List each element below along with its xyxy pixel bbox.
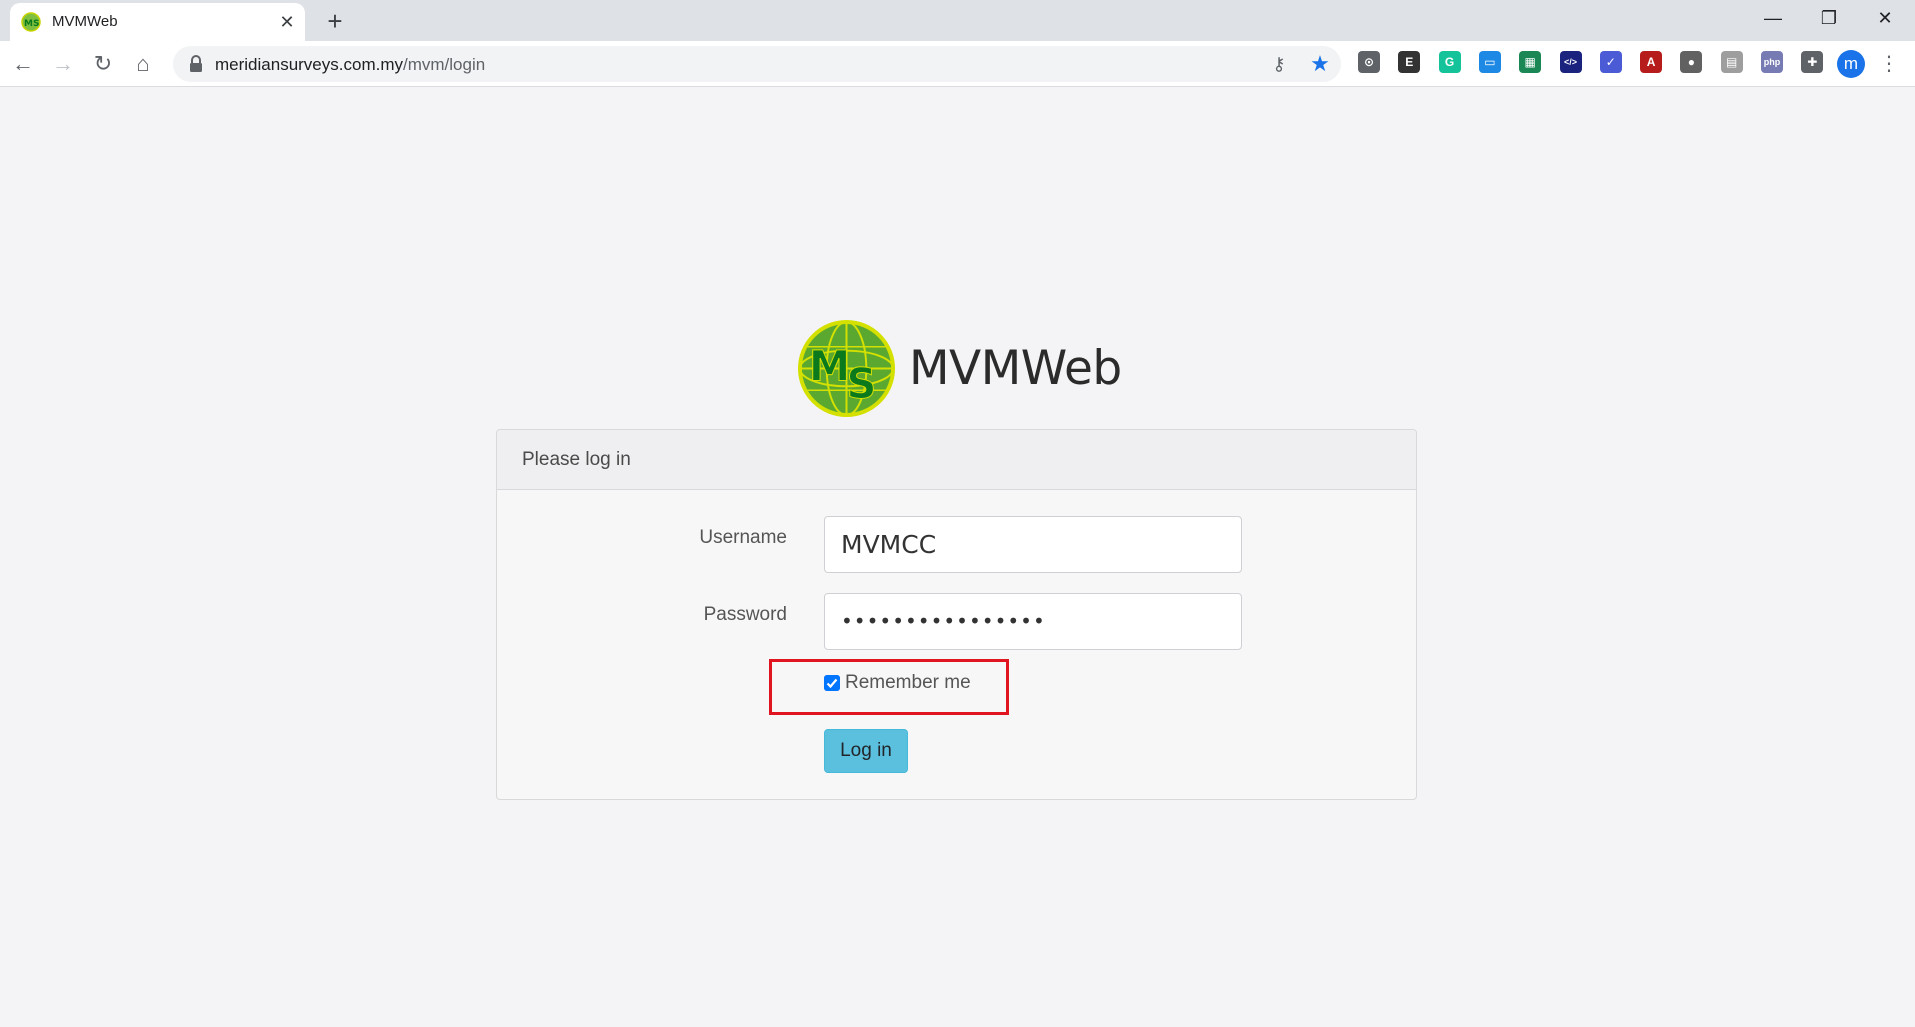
password-label: Password xyxy=(703,604,787,625)
extension-5-icon[interactable]: ▦ xyxy=(1519,51,1542,73)
annotation-highlight-box xyxy=(769,659,1009,715)
card-header: Please log in xyxy=(497,430,1416,490)
key-icon[interactable]: ⚷ xyxy=(1267,52,1291,76)
address-bar[interactable]: meridiansurveys.com.my/mvm/login ⚷ ★ xyxy=(173,46,1341,82)
site-favicon-icon: MS xyxy=(21,12,41,32)
url-path: /mvm/login xyxy=(403,55,486,74)
extension-9-icon[interactable]: ● xyxy=(1680,51,1703,73)
grammarly-icon[interactable]: G xyxy=(1438,51,1461,73)
browser-toolbar: ← → ↻ ⌂ meridiansurveys.com.my/mvm/login… xyxy=(0,41,1915,87)
reload-button[interactable]: ↻ xyxy=(86,47,120,81)
card-title: Please log in xyxy=(522,449,631,470)
login-card: Please log in Username MVMCC Password ••… xyxy=(496,429,1417,800)
svg-text:M: M xyxy=(809,341,850,390)
close-window-button[interactable]: ✕ xyxy=(1857,0,1913,36)
extension-2-icon[interactable]: E xyxy=(1398,51,1421,73)
username-input[interactable]: MVMCC xyxy=(824,516,1242,573)
back-button[interactable]: ← xyxy=(6,47,40,81)
browser-tab[interactable]: MS MVMWeb ✕ xyxy=(10,3,305,41)
home-button[interactable]: ⌂ xyxy=(126,47,160,81)
extensions-puzzle-icon[interactable]: ✚ xyxy=(1801,51,1824,73)
brand-header: M S MVMWeb xyxy=(797,319,1127,419)
lock-icon[interactable] xyxy=(189,55,203,73)
extension-1-icon[interactable]: ⊙ xyxy=(1358,51,1380,73)
extension-4-icon[interactable]: ▭ xyxy=(1478,51,1501,73)
username-label: Username xyxy=(699,527,787,548)
extension-10-icon[interactable]: ▤ xyxy=(1720,51,1743,73)
url-host: meridiansurveys.com.my xyxy=(215,55,403,74)
svg-text:S: S xyxy=(847,359,877,408)
url-text[interactable]: meridiansurveys.com.my/mvm/login xyxy=(215,55,485,75)
acrobat-icon[interactable]: A xyxy=(1640,51,1663,73)
login-button[interactable]: Log in xyxy=(824,729,908,773)
ms-globe-logo: M S xyxy=(797,319,896,418)
new-tab-button[interactable]: + xyxy=(320,6,350,36)
tab-strip: MS MVMWeb ✕ + — ❐ ✕ xyxy=(0,0,1915,41)
tab-close-icon[interactable]: ✕ xyxy=(275,10,299,34)
tab-title: MVMWeb xyxy=(52,13,118,30)
forward-button[interactable]: → xyxy=(46,47,80,81)
star-icon[interactable]: ★ xyxy=(1307,51,1333,77)
profile-avatar[interactable]: m xyxy=(1837,50,1865,78)
restore-button[interactable]: ❐ xyxy=(1801,0,1857,36)
minimize-button[interactable]: — xyxy=(1745,0,1801,36)
browser-menu-icon[interactable]: ⋮ xyxy=(1878,47,1900,81)
password-input[interactable]: •••••••••••••••• xyxy=(824,593,1242,650)
php-icon[interactable]: php xyxy=(1761,51,1783,73)
code-icon[interactable]: </> xyxy=(1559,51,1582,73)
brand-name: MVMWeb xyxy=(909,341,1122,396)
svg-text:MS: MS xyxy=(24,19,39,29)
extension-7-icon[interactable]: ✓ xyxy=(1599,51,1622,73)
